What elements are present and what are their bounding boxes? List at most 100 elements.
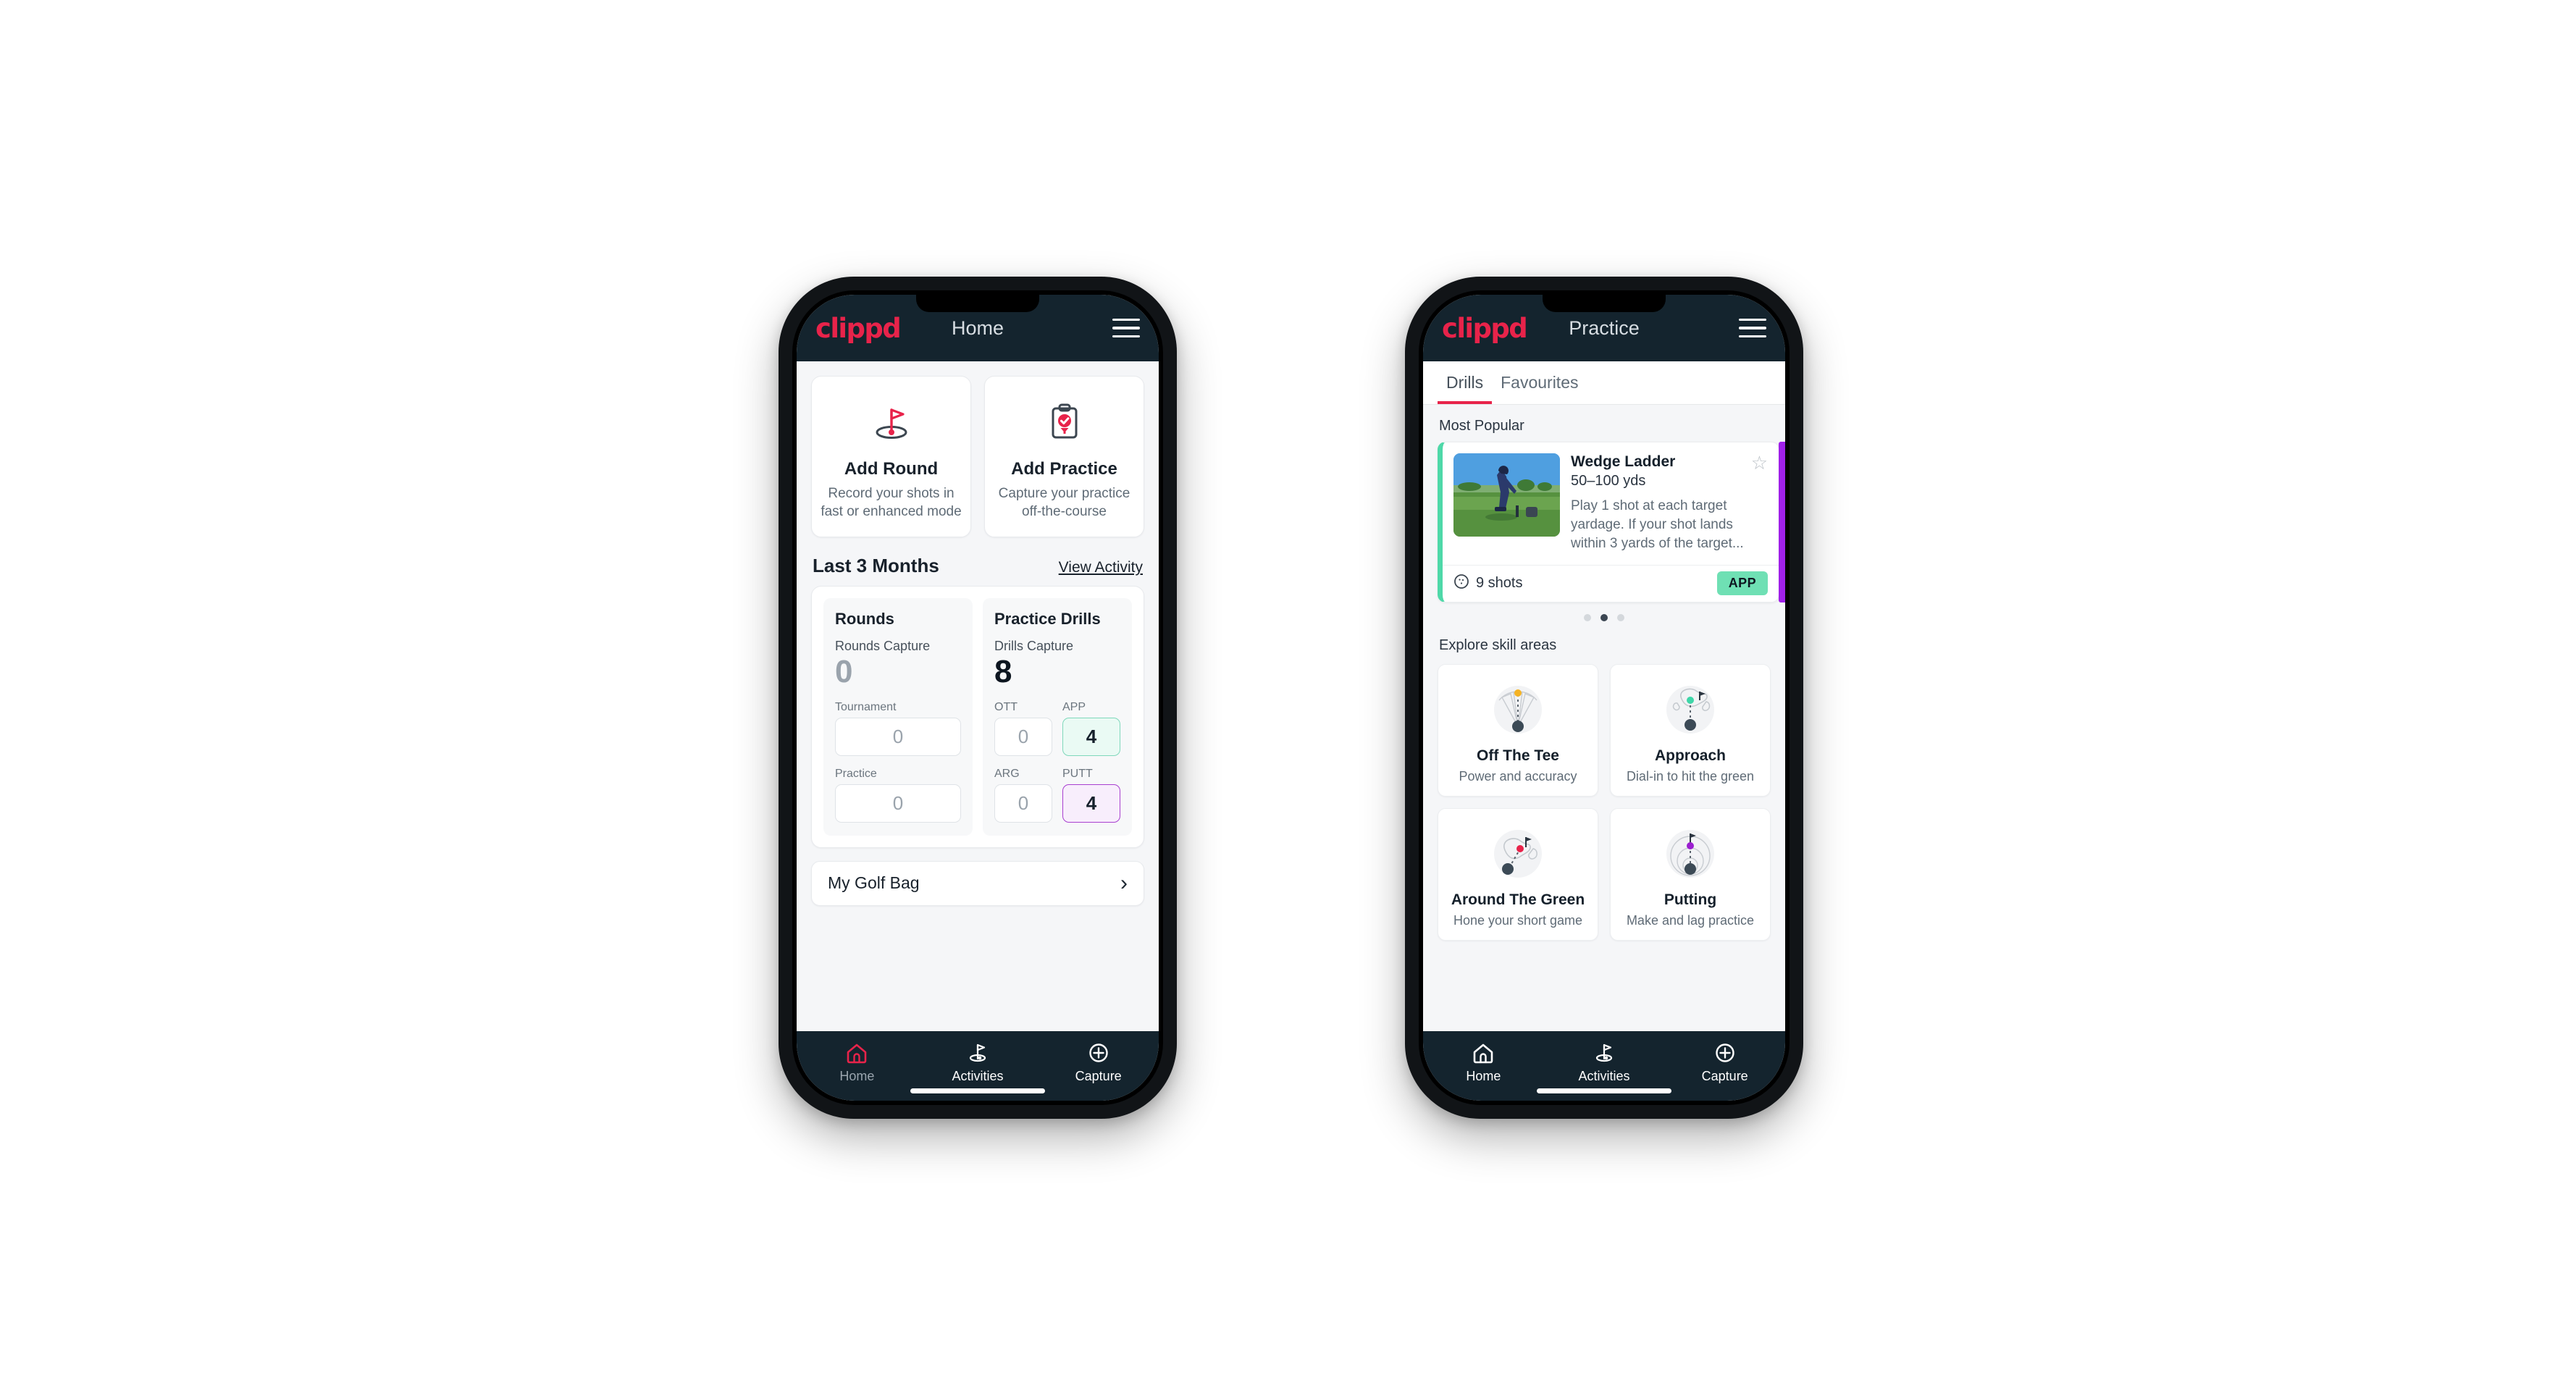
clippd-logo[interactable]: clippd [1442, 315, 1528, 342]
nav-item-activities[interactable]: Activities [1544, 1040, 1665, 1084]
app-label: APP [1062, 700, 1086, 713]
skill-name: Off The Tee [1477, 747, 1559, 764]
drill-thumbnail [1453, 453, 1560, 537]
skill-subtitle: Dial-in to hit the green [1626, 768, 1755, 784]
nav-item-capture[interactable]: Capture [1038, 1040, 1159, 1084]
my-golf-bag-row[interactable]: My Golf Bag › [811, 860, 1144, 906]
arg-value[interactable]: 0 [994, 784, 1052, 823]
drill-carousel: ☆ Wedge Ladder 50–100 yds Play 1 shot at… [1423, 442, 1785, 602]
phone-bezel: clippd Practice Drills Favourites Most P… [1419, 290, 1790, 1105]
phone-practice: clippd Practice Drills Favourites Most P… [1405, 277, 1803, 1119]
tab-drills[interactable]: Drills [1438, 361, 1493, 404]
nav-item-home[interactable]: Home [1423, 1040, 1544, 1084]
app-value[interactable]: 4 [1062, 717, 1120, 756]
rounds-heading: Rounds [835, 610, 894, 629]
add-practice-title: Add Practice [1011, 459, 1117, 479]
practice-bottom-nav: Home Activities Capture [1423, 1031, 1785, 1101]
ott-value[interactable]: 0 [994, 717, 1052, 756]
drill-info: ☆ Wedge Ladder 50–100 yds Play 1 shot at… [1571, 453, 1768, 554]
golf-ball-icon [1453, 574, 1469, 594]
clipboard-check-icon [994, 395, 1135, 449]
add-round-title: Add Round [844, 459, 939, 479]
nav-label-capture: Capture [1701, 1069, 1748, 1083]
drill-name: Wedge Ladder [1571, 453, 1676, 470]
hamburger-icon[interactable] [1112, 319, 1140, 337]
plus-circle-icon [1038, 1040, 1159, 1066]
clippd-logo[interactable]: clippd [815, 315, 902, 342]
skill-subtitle: Power and accuracy [1459, 768, 1577, 784]
drill-shots-label: 9 shots [1476, 575, 1523, 592]
drills-heading: Practice Drills [994, 610, 1101, 629]
skill-card-putting[interactable]: Putting Make and lag practice [1610, 807, 1771, 941]
chip-green-icon [1444, 819, 1592, 889]
nav-label-activities: Activities [1578, 1069, 1630, 1083]
skill-name: Putting [1664, 891, 1717, 908]
home-content: Add Round Record your shots in fast or e… [797, 361, 1159, 1031]
nav-item-activities[interactable]: Activities [918, 1040, 1039, 1084]
drills-row-2: ARG 0 PUTT 4 [994, 756, 1120, 823]
drill-description: Play 1 shot at each target yardage. If y… [1571, 498, 1744, 552]
carousel-dot-2[interactable] [1600, 613, 1608, 621]
home-indicator [1537, 1088, 1671, 1093]
practice-content: Most Popular ☆ Wedge Ladder 50–100 yds P… [1423, 405, 1785, 1031]
phone-home-screen: clippd Home Add Round Record your shots … [797, 295, 1159, 1101]
nav-item-capture[interactable]: Capture [1664, 1040, 1785, 1084]
home-icon [797, 1040, 918, 1066]
nav-label-activities: Activities [952, 1069, 1004, 1083]
view-activity-link[interactable]: View Activity [1059, 559, 1143, 576]
nav-item-home[interactable]: Home [797, 1040, 918, 1084]
my-golf-bag-label: My Golf Bag [828, 873, 920, 893]
quick-actions-row: Add Round Record your shots in fast or e… [797, 361, 1159, 538]
skill-subtitle: Hone your short game [1453, 912, 1583, 928]
putt-value[interactable]: 4 [1062, 784, 1120, 823]
drills-capture-label: Drills Capture [994, 639, 1074, 654]
last-3-months-header: Last 3 Months View Activity [797, 537, 1159, 586]
add-round-card[interactable]: Add Round Record your shots in fast or e… [811, 376, 971, 538]
explore-skill-areas-label: Explore skill areas [1439, 637, 1557, 653]
putt-label: PUTT [1062, 767, 1093, 780]
plus-circle-icon [1664, 1040, 1785, 1066]
nav-label-home: Home [1466, 1069, 1501, 1083]
carousel-dot-1[interactable] [1584, 613, 1591, 621]
drills-capture-value: 8 [994, 654, 1012, 690]
hamburger-icon[interactable] [1739, 319, 1766, 337]
skill-card-off-the-tee[interactable]: Off The Tee Power and accuracy [1438, 663, 1598, 797]
add-practice-subtitle: Capture your practice off-the-course [998, 486, 1130, 519]
drill-shots: 9 shots [1453, 574, 1522, 594]
most-popular-label: Most Popular [1439, 418, 1524, 434]
nav-label-capture: Capture [1075, 1069, 1122, 1083]
phone-home: clippd Home Add Round Record your shots … [779, 277, 1177, 1119]
chevron-right-icon: › [1120, 870, 1128, 895]
drill-card-wedge-ladder[interactable]: ☆ Wedge Ladder 50–100 yds Play 1 shot at… [1438, 442, 1779, 602]
drills-row-1: OTT 0 APP 4 [994, 689, 1120, 756]
phone-practice-screen: clippd Practice Drills Favourites Most P… [1423, 295, 1785, 1101]
stats-card: Rounds Rounds Capture 0 Tournament 0 Pra… [811, 586, 1144, 848]
star-outline-icon[interactable]: ☆ [1751, 453, 1768, 472]
drill-card-footer: 9 shots APP [1443, 564, 1779, 602]
rounds-column: Rounds Rounds Capture 0 Tournament 0 Pra… [823, 598, 973, 836]
rounds-capture-value: 0 [835, 654, 853, 690]
approach-green-icon [1616, 675, 1764, 744]
skill-card-around-the-green[interactable]: Around The Green Hone your short game [1438, 807, 1598, 941]
golf-flag-icon [918, 1040, 1039, 1066]
putting-rings-icon [1616, 819, 1764, 889]
home-icon [1423, 1040, 1544, 1066]
carousel-dots [1423, 602, 1785, 624]
skill-card-approach[interactable]: Approach Dial-in to hit the green [1610, 663, 1771, 797]
carousel-dot-3[interactable] [1617, 613, 1624, 621]
skill-subtitle: Make and lag practice [1626, 912, 1755, 928]
add-practice-card[interactable]: Add Practice Capture your practice off-t… [984, 376, 1144, 538]
tournament-label: Tournament [835, 700, 897, 713]
practice-value[interactable]: 0 [835, 784, 961, 823]
arg-label: ARG [994, 767, 1020, 780]
tab-favourites[interactable]: Favourites [1492, 361, 1587, 404]
nav-label-home: Home [839, 1069, 875, 1083]
phone-bezel: clippd Home Add Round Record your shots … [792, 290, 1163, 1105]
next-drill-card-accent[interactable] [1779, 442, 1785, 602]
tee-fan-icon [1444, 675, 1592, 744]
rounds-capture-label: Rounds Capture [835, 639, 931, 654]
home-indicator [910, 1088, 1045, 1093]
skill-areas-grid: Off The Tee Power and accuracy Approach … [1423, 661, 1785, 941]
tournament-value[interactable]: 0 [835, 717, 961, 756]
add-round-subtitle: Record your shots in fast or enhanced mo… [821, 486, 962, 519]
